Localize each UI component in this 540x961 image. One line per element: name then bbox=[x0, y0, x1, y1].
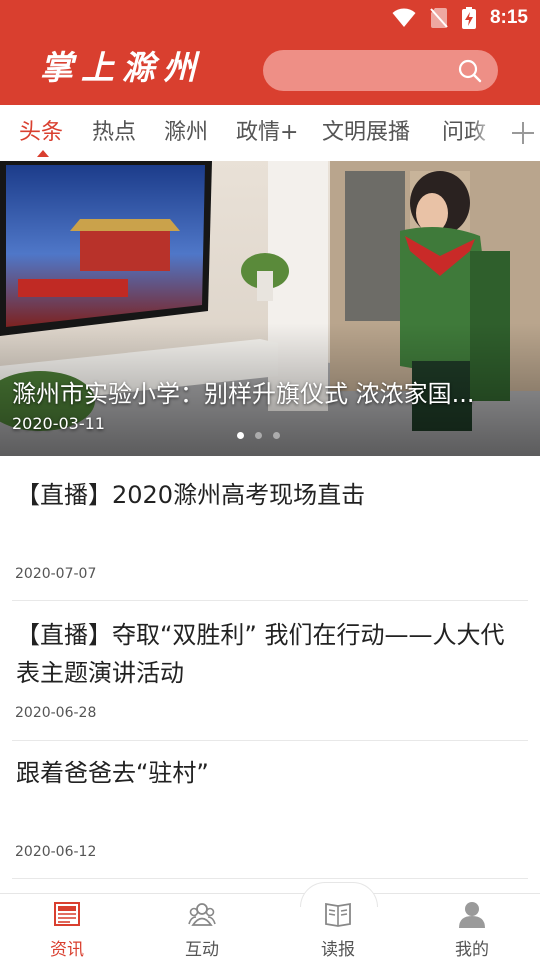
carousel-dot[interactable] bbox=[255, 432, 262, 439]
nav-label: 读报 bbox=[321, 940, 355, 960]
tab-chuzhou[interactable]: 滁州 bbox=[164, 105, 208, 161]
group-icon bbox=[188, 903, 216, 926]
plus-icon bbox=[512, 122, 534, 144]
app-header: 8:15 掌上滁州 bbox=[0, 0, 540, 105]
tab-label: 头条 bbox=[19, 120, 64, 145]
tab-label: 文明展播 bbox=[322, 120, 411, 145]
book-icon bbox=[325, 902, 351, 927]
nav-interact[interactable]: 互动 bbox=[157, 894, 247, 961]
carousel-dot[interactable] bbox=[273, 432, 280, 439]
news-title[interactable]: 【直播】2020滁州高考现场直击 bbox=[16, 476, 526, 514]
tab-headlines[interactable]: 头条 bbox=[19, 105, 63, 161]
news-title[interactable]: 【直播】夺取“双胜利” 我们在行动——人大代表主题演讲活动 bbox=[16, 616, 526, 692]
nav-label: 我的 bbox=[455, 940, 489, 960]
tabs-fade bbox=[470, 105, 498, 161]
tab-label: 政情+ bbox=[236, 120, 299, 145]
user-icon bbox=[459, 902, 485, 928]
battery-charging-icon bbox=[461, 7, 476, 29]
no-sim-icon bbox=[430, 8, 448, 28]
status-time: 8:15 bbox=[489, 7, 528, 28]
tab-civilization[interactable]: 文明展播 bbox=[322, 105, 410, 161]
tab-label: 热点 bbox=[92, 120, 137, 145]
nav-label: 互动 bbox=[185, 940, 219, 960]
news-item[interactable]: 【直播】夺取“双胜利” 我们在行动——人大代表主题演讲活动 2020-06-28 bbox=[12, 600, 528, 741]
app-logo: 掌上滁州 bbox=[40, 48, 204, 87]
banner-title[interactable]: 滁州市实验小学：别样升旗仪式 浓浓家国... bbox=[12, 374, 512, 409]
search-icon[interactable] bbox=[458, 59, 482, 83]
news-date: 2020-06-28 bbox=[15, 705, 97, 721]
tab-label: 滁州 bbox=[164, 120, 209, 145]
banner-carousel[interactable] bbox=[0, 161, 540, 456]
nav-news[interactable]: 资讯 bbox=[22, 894, 112, 961]
tab-politics[interactable]: 政情+ bbox=[236, 105, 298, 161]
banner-date: 2020-03-11 bbox=[12, 414, 105, 433]
nav-read-paper[interactable]: 读报 bbox=[293, 894, 383, 961]
status-bar: 8:15 bbox=[0, 0, 540, 36]
carousel-dot[interactable] bbox=[237, 432, 244, 439]
news-date: 2020-07-07 bbox=[15, 566, 97, 582]
newspaper-icon bbox=[54, 902, 80, 926]
banner-image bbox=[0, 161, 540, 456]
wifi-icon bbox=[392, 8, 416, 27]
tab-hot[interactable]: 热点 bbox=[92, 105, 136, 161]
nav-label: 资讯 bbox=[50, 940, 84, 960]
news-date: 2020-06-12 bbox=[15, 844, 97, 860]
add-channel-button[interactable] bbox=[498, 105, 540, 161]
channel-tabs: 头条 热点 滁州 政情+ 文明展播 问政 bbox=[0, 105, 540, 162]
tab-active-indicator bbox=[37, 150, 49, 157]
news-item[interactable]: 【直播】2020滁州高考现场直击 2020-07-07 bbox=[12, 456, 528, 601]
news-title[interactable]: 跟着爸爸去“驻村” bbox=[16, 754, 526, 792]
bottom-navigation: 资讯 互动 读报 我的 bbox=[0, 882, 540, 961]
news-item[interactable]: 跟着爸爸去“驻村” 2020-06-12 bbox=[12, 740, 528, 879]
carousel-indicator bbox=[237, 432, 280, 439]
nav-profile[interactable]: 我的 bbox=[427, 894, 517, 961]
